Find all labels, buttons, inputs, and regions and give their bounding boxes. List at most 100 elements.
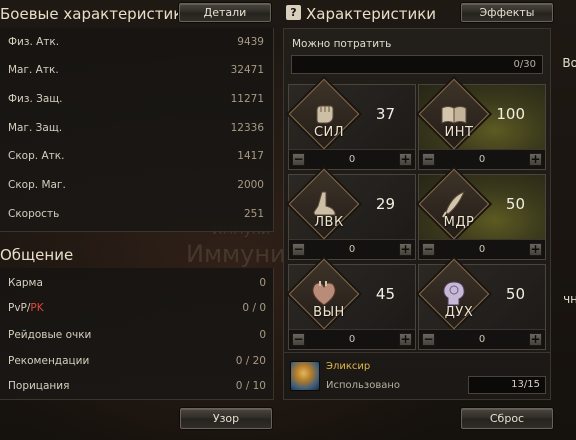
raid-label: Рейдовые очки bbox=[8, 329, 92, 341]
pk-text: PK bbox=[30, 302, 44, 314]
allocated-value: 0 bbox=[478, 244, 486, 255]
stat-label: Маг. Защ. bbox=[8, 122, 63, 134]
attribute-tile-wit: МДР 50 − 0 + bbox=[418, 168, 546, 260]
censure-value: 0 / 10 bbox=[235, 380, 266, 392]
decrease-button[interactable]: − bbox=[292, 333, 305, 346]
characteristics-title: Характеристики bbox=[306, 5, 437, 23]
elixir-row: Эликсир Использовано 13/15 bbox=[284, 352, 550, 399]
attribute-stepper: − 0 + bbox=[289, 149, 415, 169]
stat-value: 2000 bbox=[237, 179, 264, 191]
attribute-stepper: − 0 + bbox=[289, 239, 415, 259]
pattern-button[interactable]: Узор bbox=[180, 408, 272, 429]
decrease-button[interactable]: − bbox=[422, 333, 435, 346]
stat-label: Скор. Маг. bbox=[8, 179, 66, 191]
attribute-value: 100 bbox=[496, 105, 525, 123]
spend-points-bar: 0/30 bbox=[291, 55, 543, 74]
raid-value: 0 bbox=[259, 329, 266, 341]
attribute-abbr: ДУХ bbox=[444, 305, 474, 320]
decrease-button[interactable]: − bbox=[422, 153, 435, 166]
help-icon[interactable]: ? bbox=[286, 5, 301, 20]
attribute-abbr: ВЫН bbox=[313, 305, 345, 320]
stat-row: Скор. Маг. 2000 bbox=[0, 173, 274, 197]
spend-value: 0/30 bbox=[513, 59, 536, 70]
censure-label: Порицания bbox=[8, 380, 70, 392]
attribute-value: 50 bbox=[505, 195, 525, 213]
tile-face: ИНТ 100 bbox=[418, 78, 545, 150]
stat-row: Физ. Защ. 11271 bbox=[0, 87, 274, 111]
censure-row: Порицания 0 / 10 bbox=[0, 374, 274, 398]
stat-label: Скор. Атк. bbox=[8, 150, 65, 162]
attribute-abbr: ИНТ bbox=[444, 125, 474, 140]
attribute-value: 29 bbox=[375, 195, 395, 213]
tile-face: МДР 50 bbox=[418, 168, 545, 240]
karma-label: Карма bbox=[8, 277, 43, 289]
attribute-tile-dex: ЛВК 29 − 0 + bbox=[288, 168, 416, 260]
attribute-tile-men: ДУХ 50 − 0 + bbox=[418, 258, 546, 350]
recommend-label: Рекомендации bbox=[8, 355, 90, 367]
elixir-used-label: Использовано bbox=[326, 380, 401, 391]
elixir-name: Эликсир bbox=[326, 361, 371, 372]
pvp-value: 0 / 0 bbox=[242, 302, 266, 314]
edge-text: Во bbox=[562, 56, 576, 70]
stat-label: Физ. Атк. bbox=[8, 36, 60, 48]
allocated-value: 0 bbox=[478, 334, 486, 345]
increase-button[interactable]: + bbox=[529, 333, 542, 346]
recommend-value: 0 / 20 bbox=[235, 355, 266, 367]
edge-text: чн bbox=[563, 292, 576, 306]
stat-value: 1417 bbox=[237, 150, 264, 162]
attribute-stepper: − 0 + bbox=[419, 149, 545, 169]
stat-value: 12336 bbox=[230, 122, 264, 134]
stat-value: 251 bbox=[243, 208, 264, 220]
increase-button[interactable]: + bbox=[399, 153, 412, 166]
decrease-button[interactable]: − bbox=[292, 153, 305, 166]
stat-row: Скор. Атк. 1417 bbox=[0, 144, 274, 168]
tile-face: СИЛ 37 bbox=[288, 78, 415, 150]
attribute-abbr: СИЛ bbox=[313, 125, 345, 140]
combat-title: Боевые характеристики bbox=[0, 5, 192, 23]
details-button[interactable]: Детали bbox=[179, 3, 271, 22]
attribute-abbr: МДР bbox=[443, 215, 475, 230]
raid-row: Рейдовые очки 0 bbox=[0, 323, 274, 347]
attribute-tile-con: ВЫН 45 − 0 + bbox=[288, 258, 416, 350]
combat-stats-panel: Физ. Атк. 9439 Маг. Атк. 32471 Физ. Защ.… bbox=[0, 28, 274, 232]
pvp-text: PvP/ bbox=[8, 302, 31, 314]
stat-label: Маг. Атк. bbox=[8, 64, 59, 76]
attribute-value: 37 bbox=[375, 105, 395, 123]
tile-face: ДУХ 50 bbox=[418, 258, 545, 330]
increase-button[interactable]: + bbox=[529, 153, 542, 166]
reset-button[interactable]: Сброс bbox=[461, 408, 553, 429]
effects-button[interactable]: Эффекты bbox=[461, 3, 553, 22]
tile-face: ВЫН 45 bbox=[288, 258, 415, 330]
attribute-stepper: − 0 + bbox=[419, 329, 545, 349]
attribute-tile-int: ИНТ 100 − 0 + bbox=[418, 78, 546, 170]
social-title: Общение bbox=[0, 246, 74, 264]
stat-label: Скорость bbox=[8, 208, 60, 220]
stat-label: Физ. Защ. bbox=[8, 93, 63, 105]
stat-row: Скорость 251 bbox=[0, 202, 274, 226]
recommend-row: Рекомендации 0 / 20 bbox=[0, 349, 274, 373]
background-text-large: Иммуни bbox=[186, 240, 286, 268]
pvp-row: PvP/PK 0 / 0 bbox=[0, 296, 274, 320]
pvp-label: PvP/PK bbox=[8, 302, 44, 314]
allocated-value: 0 bbox=[348, 244, 356, 255]
attribute-stepper: − 0 + bbox=[289, 329, 415, 349]
decrease-button[interactable]: − bbox=[292, 243, 305, 256]
allocated-value: 0 bbox=[478, 154, 486, 165]
social-panel: Карма 0 PvP/PK 0 / 0 Рейдовые очки 0 Рек… bbox=[0, 268, 274, 400]
increase-button[interactable]: + bbox=[399, 333, 412, 346]
elixir-icon bbox=[290, 361, 320, 391]
elixir-used-value: 13/15 bbox=[468, 376, 546, 394]
attribute-tile-str: СИЛ 37 − 0 + bbox=[288, 78, 416, 170]
stat-row: Физ. Атк. 9439 bbox=[0, 30, 274, 54]
stat-value: 9439 bbox=[237, 36, 264, 48]
increase-button[interactable]: + bbox=[399, 243, 412, 256]
stat-row: Маг. Атк. 32471 bbox=[0, 58, 274, 82]
attribute-abbr: ЛВК bbox=[314, 215, 344, 230]
decrease-button[interactable]: − bbox=[422, 243, 435, 256]
karma-value: 0 bbox=[259, 277, 266, 289]
allocated-value: 0 bbox=[348, 154, 356, 165]
attribute-value: 50 bbox=[505, 285, 525, 303]
increase-button[interactable]: + bbox=[529, 243, 542, 256]
attribute-value: 45 bbox=[375, 285, 395, 303]
stat-value: 32471 bbox=[230, 64, 264, 76]
